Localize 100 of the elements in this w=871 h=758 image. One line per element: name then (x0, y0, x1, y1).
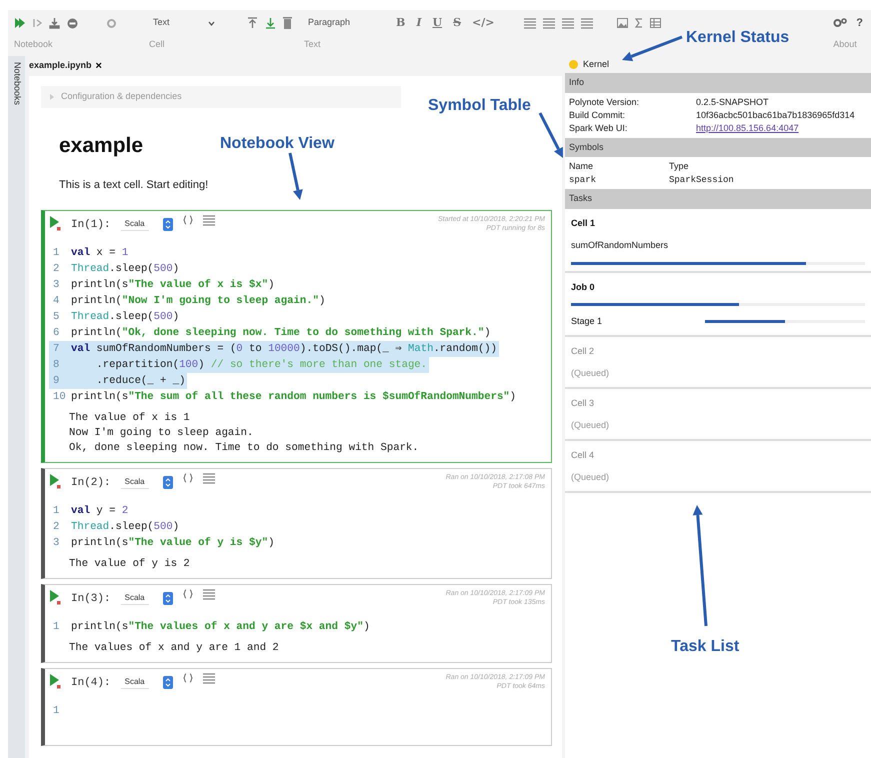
task-detail: (Queued) (571, 471, 610, 484)
text-cell-text: This is a text cell. Start editing! (59, 178, 208, 193)
language-select[interactable]: Scala (120, 592, 149, 604)
callout-arrow (288, 152, 303, 200)
line-number: 3 (52, 278, 60, 292)
cell-prompt: In(3): (71, 592, 111, 606)
select-arrows-icon[interactable] (162, 476, 173, 488)
output-line: Now I'm going to sleep again. (68, 426, 254, 440)
braces-icon[interactable] (182, 472, 193, 482)
stop-icon[interactable] (67, 18, 78, 28)
language-select[interactable]: Scala (120, 476, 149, 488)
format-button[interactable]: S (451, 14, 464, 32)
line-number: 1 (52, 620, 60, 634)
toolbar-group-label: Notebook (14, 38, 53, 51)
close-button[interactable]: × (96, 60, 102, 72)
callout-label: Task List (671, 637, 740, 657)
task-detail: sumOfRandomNumbers (571, 239, 670, 252)
toolbar-group-label: Cell (149, 38, 165, 51)
callout-arrow (538, 112, 563, 158)
code-line: println(s"The values of x and y are $x and $y") (70, 620, 371, 634)
task-title: Job 0 (571, 280, 596, 294)
caret-icon (208, 20, 215, 26)
line-number: 9 (49, 372, 69, 388)
language-select[interactable]: Scala (120, 218, 149, 230)
run-all-icon[interactable] (14, 17, 25, 29)
run-cell-icon[interactable] (49, 588, 61, 604)
select-arrows-icon[interactable] (162, 676, 173, 688)
insert-above-icon[interactable] (247, 17, 258, 29)
toolbar-group-label: Text (304, 38, 321, 51)
code-line: Thread.sleep(500) (70, 520, 180, 534)
format-button[interactable]: I (414, 14, 424, 32)
run-cell-icon[interactable] (49, 214, 61, 230)
table-icon[interactable] (650, 18, 662, 28)
callout-label: Notebook View (220, 134, 334, 154)
column-header: Type (669, 160, 690, 173)
line-number: 2 (52, 262, 60, 276)
code-line: println(s"The sum of all these random numbers is $sumOfRandomNumbers") (70, 390, 518, 404)
braces-icon[interactable] (182, 672, 193, 682)
cell-prompt: In(1): (71, 218, 111, 232)
help-button[interactable]: ? (854, 14, 865, 32)
output-line: The value of x is 1 (68, 410, 191, 426)
line-number: 4 (52, 294, 60, 308)
select-arrows-icon[interactable] (162, 218, 173, 230)
notebooks-tab[interactable]: Notebooks (8, 56, 25, 758)
section-header[interactable]: Tasks (565, 189, 871, 208)
task-detail: (Queued) (571, 367, 610, 380)
table-cell-text: spark (569, 174, 598, 187)
output-line: The values of x and y are 1 and 2 (68, 640, 280, 656)
image-icon[interactable] (617, 18, 628, 28)
run-cell-icon[interactable] (49, 472, 61, 488)
code-line: println(s"The value of x is $x") (70, 278, 276, 292)
link[interactable]: http://100.85.156.64:4047 (696, 122, 799, 134)
braces-icon[interactable] (182, 588, 193, 598)
kernel-label: Kernel (583, 58, 610, 71)
cell-prompt: In(4): (71, 676, 111, 690)
format-button[interactable]: </> (470, 14, 496, 32)
line-number: 2 (52, 520, 60, 534)
info-label: Build Commit: (569, 108, 626, 122)
task-title: Cell 3 (571, 396, 596, 410)
callout-label: Kernel Status (686, 28, 790, 48)
callout-label: Symbol Table (428, 96, 531, 116)
format-button[interactable]: B (394, 14, 408, 32)
line-number: 1 (52, 704, 60, 718)
line-number: 1 (52, 504, 60, 518)
code-line: Thread.sleep(500) (70, 310, 180, 324)
paragraph-style-dropdown[interactable]: Paragraph (304, 16, 370, 30)
notebook-tab[interactable]: example.ipynb (29, 59, 92, 73)
delete-icon[interactable] (283, 17, 292, 29)
step-icon[interactable] (32, 17, 42, 29)
menu-icon[interactable] (202, 672, 215, 684)
format-button[interactable]: U (430, 14, 444, 32)
task-title: Cell 2 (571, 344, 596, 358)
config-label: Configuration & dependencies (61, 90, 182, 103)
select-arrows-icon[interactable] (162, 592, 173, 604)
caret-icon (49, 92, 55, 101)
callout-arrow (622, 36, 683, 62)
table-cell-text: SparkSession (669, 174, 735, 187)
braces-icon[interactable] (182, 214, 193, 224)
sigma-icon[interactable] (635, 18, 644, 28)
cell-type-dropdown[interactable]: Text (149, 16, 219, 30)
download-icon[interactable] (49, 17, 60, 29)
code-line: Thread.sleep(500) (70, 262, 180, 276)
language-select[interactable]: Scala (120, 676, 149, 688)
settings-icon[interactable] (833, 17, 848, 29)
menu-icon[interactable] (202, 472, 215, 484)
menu-icon[interactable] (202, 588, 215, 600)
line-number: 6 (52, 326, 60, 340)
info-label: Spark Web UI: (569, 122, 628, 134)
run-cell-icon[interactable] (49, 672, 61, 688)
task-title: Cell 1 (571, 216, 596, 230)
toolbar-group-label: About (833, 38, 857, 51)
task-detail: (Queued) (571, 419, 610, 432)
stage-title: Stage 1 (571, 315, 602, 328)
insert-below-icon[interactable] (265, 17, 276, 29)
section-header[interactable]: Info (565, 73, 871, 92)
output-line: The value of y is 2 (68, 556, 191, 572)
section-header[interactable]: Symbols (565, 138, 871, 157)
info-value: 10f36acbc501bac61ba7b1836965fd314 (696, 108, 855, 122)
notebook-heading: example (59, 132, 144, 158)
menu-icon[interactable] (202, 214, 215, 226)
